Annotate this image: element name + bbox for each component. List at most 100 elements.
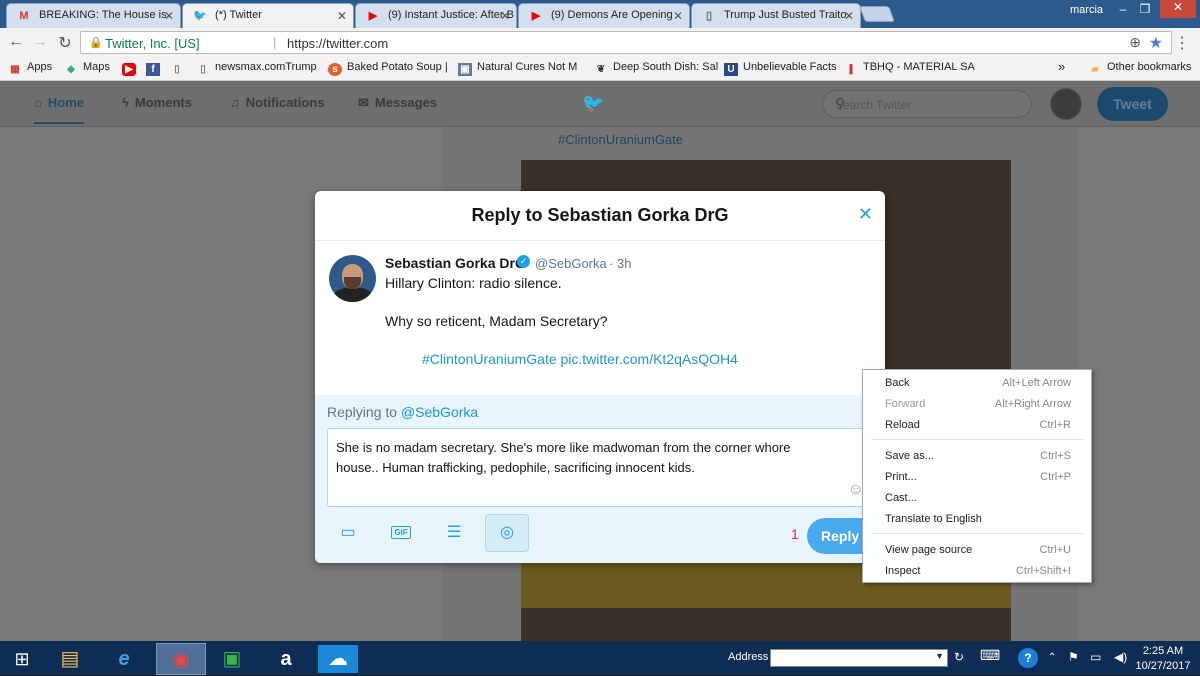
nav-messages[interactable]: ✉ Messages — [358, 95, 437, 111]
bookmark-star-icon[interactable]: ★ — [1149, 33, 1163, 53]
menu-item-cast[interactable]: Cast... — [863, 488, 1091, 508]
poll-icon[interactable]: ☰ — [436, 515, 472, 551]
nav-home[interactable]: ⌂ Home — [34, 95, 84, 124]
menu-item-forward[interactable]: Forward Alt+Right Arrow — [863, 394, 1091, 414]
avatar[interactable] — [1050, 88, 1082, 120]
bookmark-deep-south[interactable]: ❦ Deep South Dish: Sal — [594, 61, 718, 76]
bookmark-tbhq[interactable]: ∥ TBHQ - MATERIAL SA — [844, 61, 975, 76]
tab-youtube-1[interactable]: ▶ (9) Instant Justice: After B ✕ — [355, 3, 517, 28]
apps-icon: ▦ — [10, 64, 20, 75]
amazon-icon[interactable]: a — [264, 643, 308, 675]
reply-text-input[interactable]: She is no madam secretary. She's more li… — [327, 428, 873, 507]
bookmark-facebook[interactable]: f — [146, 61, 165, 76]
chrome-icon[interactable]: ◉ — [156, 643, 206, 675]
nav-notifications[interactable]: ♫ Notifications — [230, 95, 324, 110]
bookmark-maps[interactable]: ◆ Maps — [64, 61, 110, 76]
menu-item-inspect[interactable]: Inspect Ctrl+Shift+I — [863, 561, 1091, 581]
new-tab-button[interactable] — [859, 6, 895, 22]
close-tab-icon[interactable]: ✕ — [337, 9, 347, 23]
browser-menu-icon[interactable]: ⋮ — [1174, 33, 1190, 53]
feed-hashtag-link[interactable]: #ClintonUraniumGate — [558, 132, 683, 147]
close-icon[interactable]: ✕ — [858, 204, 873, 225]
page-icon: ▯ — [705, 10, 713, 22]
author-avatar[interactable] — [329, 255, 376, 302]
chevron-down-icon[interactable]: ▼ — [935, 651, 944, 661]
menu-item-save-as[interactable]: Save as... Ctrl+S — [863, 446, 1091, 466]
tweet-timestamp[interactable]: 3h — [617, 256, 631, 271]
onedrive-icon[interactable]: ☁ — [318, 645, 358, 673]
bookmark-youtube[interactable]: ▶ — [122, 61, 141, 76]
keyboard-icon[interactable]: ⌨ — [980, 647, 1000, 664]
author-handle[interactable]: @SebGorka — [535, 256, 607, 271]
tab-trump[interactable]: ▯ Trump Just Busted Traito ✕ — [691, 3, 861, 28]
back-arrow-icon[interactable]: ← — [6, 33, 26, 51]
file-explorer-icon[interactable]: ▤ — [48, 643, 92, 675]
twitter-bird-icon[interactable]: 🐦 — [582, 93, 604, 114]
author-name[interactable]: Sebastian Gorka DrG — [385, 255, 526, 271]
tab-twitter[interactable]: 🐦 (*) Twitter ✕ — [182, 3, 354, 28]
bookmark-newsmax[interactable]: ▯ newsmax.comTrump — [196, 61, 316, 76]
close-tab-icon[interactable]: ✕ — [500, 9, 510, 23]
chevron-up-icon[interactable]: ⌃ — [1048, 652, 1056, 663]
facebook-icon: f — [146, 63, 160, 76]
forward-arrow-icon[interactable]: → — [30, 33, 50, 51]
maximize-icon[interactable]: ❐ — [1134, 2, 1156, 16]
home-icon: ⌂ — [34, 95, 42, 110]
tab-gmail[interactable]: M BREAKING: The House is ✕ — [6, 3, 181, 28]
address-bar[interactable]: 🔒 Twitter, Inc. [US] | https://twitter.c… — [80, 31, 1172, 54]
clock-time[interactable]: 2:25 AM — [1140, 645, 1186, 657]
location-icon[interactable]: ◎ — [485, 514, 529, 552]
menu-item-reload[interactable]: Reload Ctrl+R — [863, 415, 1091, 435]
reload-icon[interactable]: ↻ — [55, 33, 75, 53]
flag-icon[interactable]: ⚑ — [1068, 650, 1079, 664]
gif-icon[interactable]: GIF — [383, 515, 419, 551]
zoom-icon[interactable]: ⊕ — [1129, 34, 1141, 51]
bookmarks-overflow-icon[interactable]: » — [1058, 59, 1065, 74]
address-toolbar-label: Address — [728, 651, 769, 663]
tweet-link[interactable]: #ClintonUraniumGate pic.twitter.com/Kt2q… — [422, 351, 738, 367]
natural-icon: ▣ — [458, 63, 472, 76]
tab-label: (9) Instant Justice: After B — [388, 9, 514, 21]
url-text[interactable]: https://twitter.com — [287, 36, 388, 51]
bookmark-page[interactable]: ▯ — [170, 61, 189, 76]
profile-name[interactable]: marcia — [1070, 4, 1103, 16]
tab-youtube-2[interactable]: ▶ (9) Demons Are Opening ✕ — [518, 3, 690, 28]
search-icon[interactable]: ⚲ — [835, 95, 1021, 112]
reply-text[interactable]: She is no madam secretary. She's more li… — [336, 438, 826, 478]
internet-explorer-icon[interactable]: e — [102, 643, 146, 675]
windows-start-icon[interactable]: ⊞ — [0, 643, 44, 675]
reply-button[interactable]: Reply — [807, 518, 867, 554]
tweet-text-line-1: Hillary Clinton: radio silence. — [385, 275, 562, 291]
dialog-title: Reply to Sebastian Gorka DrG — [471, 205, 729, 225]
nav-moments[interactable]: ϟ Moments — [122, 95, 192, 110]
minimize-icon[interactable]: – — [1112, 2, 1134, 16]
refresh-icon[interactable]: ↻ — [954, 650, 964, 664]
close-tab-icon[interactable]: ✕ — [673, 9, 683, 23]
close-window-icon[interactable]: ✕ — [1160, 0, 1196, 18]
help-icon[interactable]: ? — [1018, 648, 1038, 668]
replying-to-handle[interactable]: @SebGorka — [401, 404, 478, 420]
menu-item-back[interactable]: Back Alt+Left Arrow — [863, 373, 1091, 393]
menu-item-print[interactable]: Print... Ctrl+P — [863, 467, 1091, 487]
youtube-icon: ▶ — [368, 10, 378, 22]
lightning-icon: ϟ — [122, 95, 129, 110]
menu-item-translate[interactable]: Translate to English — [863, 509, 1091, 529]
bookmark-potato-soup[interactable]: s Baked Potato Soup | — [328, 61, 448, 76]
clock-date[interactable]: 10/27/2017 — [1134, 660, 1192, 672]
character-count: 1 — [791, 526, 799, 542]
bookmark-apps[interactable]: ▦ Apps — [8, 61, 52, 76]
volume-icon[interactable]: ◀) — [1114, 650, 1127, 664]
address-toolbar-input[interactable]: ▼ — [770, 649, 948, 667]
tweet-button[interactable]: Tweet — [1097, 87, 1168, 121]
search-input[interactable]: Search Twitter ⚲ — [822, 90, 1032, 118]
tab-label: BREAKING: The House is — [39, 9, 167, 21]
store-icon[interactable]: ▣ — [210, 643, 254, 675]
battery-icon[interactable]: ▭ — [1090, 650, 1101, 664]
add-photo-icon[interactable]: ▭ — [330, 515, 366, 551]
other-bookmarks[interactable]: ▰ Other bookmarks — [1088, 61, 1191, 76]
bookmark-natural-cures[interactable]: ▣ Natural Cures Not M — [458, 61, 577, 76]
close-tab-icon[interactable]: ✕ — [164, 9, 174, 23]
close-tab-icon[interactable]: ✕ — [844, 9, 854, 23]
bookmark-unbelievable-facts[interactable]: U Unbelievable Facts — [724, 61, 837, 76]
menu-item-view-source[interactable]: View page source Ctrl+U — [863, 540, 1091, 560]
